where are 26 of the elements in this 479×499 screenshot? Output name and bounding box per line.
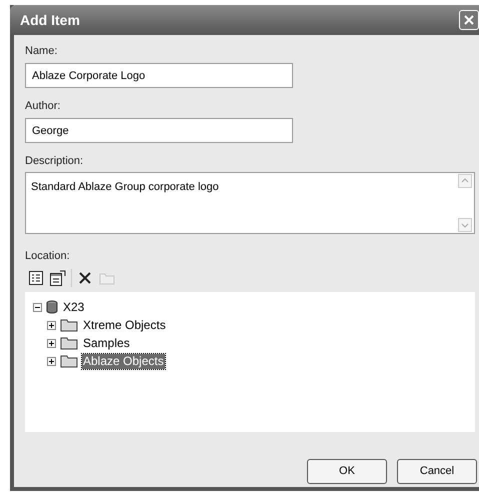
- folder-icon: [60, 318, 78, 332]
- collapse-icon[interactable]: [33, 302, 42, 312]
- tree-item[interactable]: Xtreme Objects: [82, 318, 167, 332]
- window-title: Add Item: [20, 10, 80, 30]
- field-label: Author:: [25, 100, 62, 113]
- dialog-button[interactable]: OK: [307, 459, 387, 484]
- properties-icon[interactable]: [49, 269, 67, 287]
- text-field[interactable]: George: [25, 118, 293, 143]
- description-field[interactable]: Standard Ablaze Group corporate logo: [25, 172, 475, 234]
- field-label: Description:: [25, 155, 84, 168]
- list-icon[interactable]: [27, 269, 45, 287]
- tree-item[interactable]: X23: [62, 300, 86, 314]
- close-button[interactable]: [459, 10, 479, 30]
- folder-icon: [60, 336, 78, 350]
- tree-item[interactable]: Samples: [82, 336, 131, 350]
- close-icon: [464, 15, 474, 25]
- expand-icon[interactable]: [47, 320, 56, 330]
- tree-item[interactable]: Ablaze Objects: [82, 354, 165, 368]
- expand-icon[interactable]: [47, 356, 56, 366]
- field-label: Name:: [25, 45, 58, 58]
- database-icon: [46, 300, 58, 314]
- dialog-button[interactable]: Cancel: [397, 459, 477, 484]
- expand-icon[interactable]: [47, 338, 56, 348]
- field-label: Location:: [25, 250, 71, 263]
- text-field[interactable]: Ablaze Corporate Logo: [25, 63, 293, 88]
- folder-icon: [60, 354, 78, 368]
